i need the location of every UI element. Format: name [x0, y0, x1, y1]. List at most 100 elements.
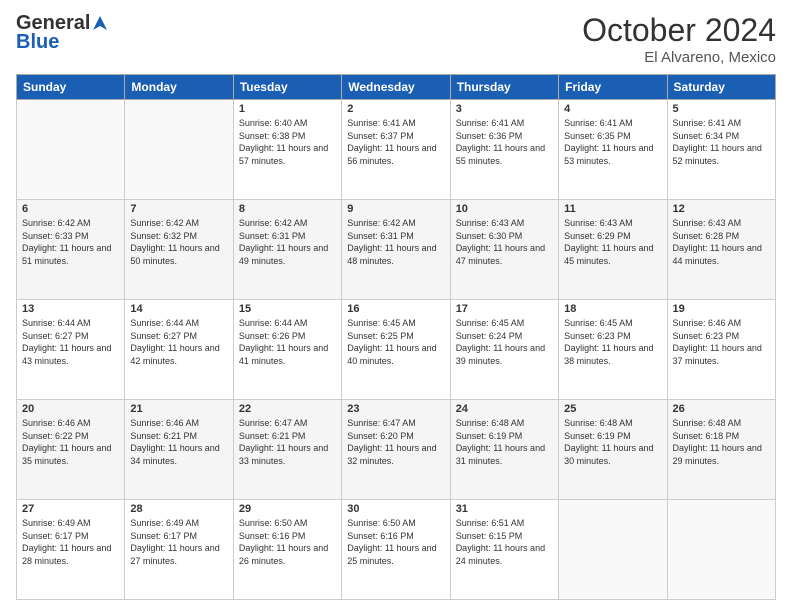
day-info: Sunrise: 6:45 AMSunset: 6:24 PMDaylight:…	[456, 317, 553, 367]
calendar-day-cell: 25 Sunrise: 6:48 AMSunset: 6:19 PMDayligh…	[559, 400, 667, 500]
day-info: Sunrise: 6:42 AMSunset: 6:31 PMDaylight:…	[239, 217, 336, 267]
day-number: 5	[673, 103, 770, 115]
calendar-day-cell: 3 Sunrise: 6:41 AMSunset: 6:36 PMDaylight…	[450, 100, 558, 200]
day-number: 21	[130, 403, 227, 415]
day-number: 11	[564, 203, 661, 215]
calendar-day-cell: 7Sunrise: 6:42 AMSunset: 6:32 PMDaylight…	[125, 200, 233, 300]
calendar-day-cell: 31Sunrise: 6:51 AMSunset: 6:15 PMDayligh…	[450, 500, 558, 600]
calendar-day-cell: 1Sunrise: 6:40 AMSunset: 6:38 PMDaylight…	[233, 100, 341, 200]
day-number: 23	[347, 403, 444, 415]
page: General Blue October 2024 El Alvareno, M…	[0, 0, 792, 612]
day-info: Sunrise: 6:43 AMSunset: 6:28 PMDaylight:…	[673, 217, 770, 267]
calendar-day-cell	[125, 100, 233, 200]
day-info: Sunrise: 6:48 AMSunset: 6:19 PMDaylight:…	[564, 417, 661, 467]
calendar-day-cell	[17, 100, 125, 200]
calendar-day-cell: 5Sunrise: 6:41 AMSunset: 6:34 PMDaylight…	[667, 100, 775, 200]
calendar-day-cell: 2 Sunrise: 6:41 AMSunset: 6:37 PMDaylight…	[342, 100, 450, 200]
calendar-day-cell: 27 Sunrise: 6:49 AMSunset: 6:17 PMDayligh…	[17, 500, 125, 600]
day-number: 2	[347, 103, 444, 115]
location: El Alvareno, Mexico	[582, 49, 776, 66]
day-number: 30	[347, 503, 444, 515]
day-info: Sunrise: 6:43 AMSunset: 6:29 PMDaylight:…	[564, 217, 661, 267]
day-number: 1	[239, 103, 336, 115]
calendar-week-row: 13 Sunrise: 6:44 AMSunset: 6:27 PMDayligh…	[17, 300, 776, 400]
calendar-day-cell: 18 Sunrise: 6:45 AMSunset: 6:23 PMDayligh…	[559, 300, 667, 400]
day-info: Sunrise: 6:47 AMSunset: 6:21 PMDaylight:…	[239, 417, 336, 467]
day-number: 18	[564, 303, 661, 315]
day-number: 31	[456, 503, 553, 515]
day-info: Sunrise: 6:44 AMSunset: 6:26 PMDaylight:…	[239, 317, 336, 367]
day-number: 10	[456, 203, 553, 215]
calendar-day-cell: 16Sunrise: 6:45 AMSunset: 6:25 PMDayligh…	[342, 300, 450, 400]
weekday-header: Thursday	[450, 75, 558, 100]
day-info: Sunrise: 6:43 AMSunset: 6:30 PMDaylight:…	[456, 217, 553, 267]
calendar-day-cell: 17Sunrise: 6:45 AMSunset: 6:24 PMDayligh…	[450, 300, 558, 400]
calendar-week-row: 6 Sunrise: 6:42 AMSunset: 6:33 PMDaylight…	[17, 200, 776, 300]
day-number: 28	[130, 503, 227, 515]
day-number: 15	[239, 303, 336, 315]
day-number: 19	[673, 303, 770, 315]
day-info: Sunrise: 6:44 AMSunset: 6:27 PMDaylight:…	[130, 317, 227, 367]
day-info: Sunrise: 6:45 AMSunset: 6:25 PMDaylight:…	[347, 317, 444, 367]
calendar-day-cell: 22Sunrise: 6:47 AMSunset: 6:21 PMDayligh…	[233, 400, 341, 500]
calendar-day-cell: 19 Sunrise: 6:46 AMSunset: 6:23 PMDayligh…	[667, 300, 775, 400]
calendar-header-row: SundayMondayTuesdayWednesdayThursdayFrid…	[17, 75, 776, 100]
calendar-day-cell: 15 Sunrise: 6:44 AMSunset: 6:26 PMDayligh…	[233, 300, 341, 400]
day-info: Sunrise: 6:50 AMSunset: 6:16 PMDaylight:…	[347, 517, 444, 567]
weekday-header: Friday	[559, 75, 667, 100]
day-info: Sunrise: 6:42 AMSunset: 6:32 PMDaylight:…	[130, 217, 227, 267]
calendar-day-cell: 23 Sunrise: 6:47 AMSunset: 6:20 PMDayligh…	[342, 400, 450, 500]
header: General Blue October 2024 El Alvareno, M…	[16, 12, 776, 66]
logo: General Blue	[16, 12, 109, 54]
calendar-day-cell	[559, 500, 667, 600]
day-info: Sunrise: 6:44 AMSunset: 6:27 PMDaylight:…	[22, 317, 119, 367]
calendar-week-row: 27 Sunrise: 6:49 AMSunset: 6:17 PMDayligh…	[17, 500, 776, 600]
calendar-day-cell: 30 Sunrise: 6:50 AMSunset: 6:16 PMDayligh…	[342, 500, 450, 600]
calendar-day-cell: 29Sunrise: 6:50 AMSunset: 6:16 PMDayligh…	[233, 500, 341, 600]
day-number: 29	[239, 503, 336, 515]
day-number: 24	[456, 403, 553, 415]
day-info: Sunrise: 6:41 AMSunset: 6:36 PMDaylight:…	[456, 117, 553, 167]
day-number: 6	[22, 203, 119, 215]
calendar-day-cell: 11 Sunrise: 6:43 AMSunset: 6:29 PMDayligh…	[559, 200, 667, 300]
day-number: 12	[673, 203, 770, 215]
calendar-day-cell: 6 Sunrise: 6:42 AMSunset: 6:33 PMDaylight…	[17, 200, 125, 300]
month-title: October 2024	[582, 12, 776, 49]
calendar-day-cell: 8 Sunrise: 6:42 AMSunset: 6:31 PMDaylight…	[233, 200, 341, 300]
day-number: 8	[239, 203, 336, 215]
weekday-header: Wednesday	[342, 75, 450, 100]
calendar-day-cell: 9Sunrise: 6:42 AMSunset: 6:31 PMDaylight…	[342, 200, 450, 300]
calendar-day-cell: 20Sunrise: 6:46 AMSunset: 6:22 PMDayligh…	[17, 400, 125, 500]
day-info: Sunrise: 6:42 AMSunset: 6:31 PMDaylight:…	[347, 217, 444, 267]
day-info: Sunrise: 6:42 AMSunset: 6:33 PMDaylight:…	[22, 217, 119, 267]
day-info: Sunrise: 6:48 AMSunset: 6:19 PMDaylight:…	[456, 417, 553, 467]
day-number: 14	[130, 303, 227, 315]
day-info: Sunrise: 6:48 AMSunset: 6:18 PMDaylight:…	[673, 417, 770, 467]
day-info: Sunrise: 6:49 AMSunset: 6:17 PMDaylight:…	[130, 517, 227, 567]
calendar-day-cell: 4Sunrise: 6:41 AMSunset: 6:35 PMDaylight…	[559, 100, 667, 200]
logo-blue: Blue	[16, 31, 59, 54]
weekday-header: Tuesday	[233, 75, 341, 100]
day-number: 26	[673, 403, 770, 415]
day-info: Sunrise: 6:41 AMSunset: 6:37 PMDaylight:…	[347, 117, 444, 167]
day-number: 13	[22, 303, 119, 315]
day-info: Sunrise: 6:47 AMSunset: 6:20 PMDaylight:…	[347, 417, 444, 467]
day-number: 4	[564, 103, 661, 115]
day-info: Sunrise: 6:45 AMSunset: 6:23 PMDaylight:…	[564, 317, 661, 367]
calendar-day-cell: 24 Sunrise: 6:48 AMSunset: 6:19 PMDayligh…	[450, 400, 558, 500]
day-info: Sunrise: 6:46 AMSunset: 6:21 PMDaylight:…	[130, 417, 227, 467]
weekday-header: Saturday	[667, 75, 775, 100]
day-number: 27	[22, 503, 119, 515]
title-block: October 2024 El Alvareno, Mexico	[582, 12, 776, 66]
calendar-day-cell: 28 Sunrise: 6:49 AMSunset: 6:17 PMDayligh…	[125, 500, 233, 600]
calendar-day-cell	[667, 500, 775, 600]
day-number: 3	[456, 103, 553, 115]
day-info: Sunrise: 6:49 AMSunset: 6:17 PMDaylight:…	[22, 517, 119, 567]
calendar-day-cell: 26 Sunrise: 6:48 AMSunset: 6:18 PMDayligh…	[667, 400, 775, 500]
day-info: Sunrise: 6:46 AMSunset: 6:22 PMDaylight:…	[22, 417, 119, 467]
calendar-week-row: 20Sunrise: 6:46 AMSunset: 6:22 PMDayligh…	[17, 400, 776, 500]
calendar-day-cell: 21 Sunrise: 6:46 AMSunset: 6:21 PMDayligh…	[125, 400, 233, 500]
day-number: 25	[564, 403, 661, 415]
calendar-table: SundayMondayTuesdayWednesdayThursdayFrid…	[16, 74, 776, 600]
day-info: Sunrise: 6:46 AMSunset: 6:23 PMDaylight:…	[673, 317, 770, 367]
